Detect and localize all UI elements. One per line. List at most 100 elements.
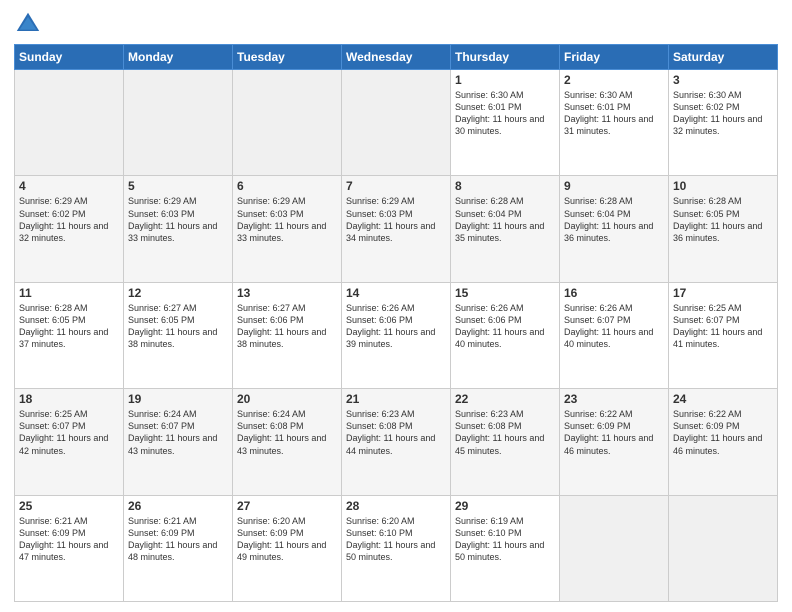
calendar-cell: 18 Sunrise: 6:25 AM Sunset: 6:07 PM Dayli…	[15, 389, 124, 495]
day-info: Sunrise: 6:24 AM Sunset: 6:07 PM Dayligh…	[128, 408, 228, 457]
logo	[14, 10, 46, 38]
calendar-cell: 29 Sunrise: 6:19 AM Sunset: 6:10 PM Dayli…	[451, 495, 560, 601]
day-number: 15	[455, 286, 555, 300]
day-header-saturday: Saturday	[669, 45, 778, 70]
calendar-cell: 10Sunrise: 6:28 AM Sunset: 6:05 PM Dayli…	[669, 176, 778, 282]
calendar-cell	[15, 70, 124, 176]
calendar-cell: 4 Sunrise: 6:29 AM Sunset: 6:02 PM Daylig…	[15, 176, 124, 282]
calendar-table: SundayMondayTuesdayWednesdayThursdayFrid…	[14, 44, 778, 602]
calendar-cell: 21 Sunrise: 6:23 AM Sunset: 6:08 PM Dayli…	[342, 389, 451, 495]
calendar-cell: 16 Sunrise: 6:26 AM Sunset: 6:07 PM Dayli…	[560, 282, 669, 388]
day-info: Sunrise: 6:26 AM Sunset: 6:06 PM Dayligh…	[455, 302, 555, 351]
day-header-thursday: Thursday	[451, 45, 560, 70]
day-number: 1	[455, 73, 555, 87]
day-header-wednesday: Wednesday	[342, 45, 451, 70]
calendar-cell: 27 Sunrise: 6:20 AM Sunset: 6:09 PM Dayli…	[233, 495, 342, 601]
calendar-cell: 7 Sunrise: 6:29 AM Sunset: 6:03 PM Daylig…	[342, 176, 451, 282]
day-info: Sunrise: 6:20 AM Sunset: 6:09 PM Dayligh…	[237, 515, 337, 564]
day-info: Sunrise: 6:22 AM Sunset: 6:09 PM Dayligh…	[673, 408, 773, 457]
day-number: 27	[237, 499, 337, 513]
calendar-cell: 25 Sunrise: 6:21 AM Sunset: 6:09 PM Dayli…	[15, 495, 124, 601]
calendar-cell: 12Sunrise: 6:27 AM Sunset: 6:05 PM Dayli…	[124, 282, 233, 388]
page: SundayMondayTuesdayWednesdayThursdayFrid…	[0, 0, 792, 612]
calendar-cell: 24Sunrise: 6:22 AM Sunset: 6:09 PM Dayli…	[669, 389, 778, 495]
day-info: Sunrise: 6:27 AM Sunset: 6:05 PM Dayligh…	[128, 302, 228, 351]
calendar-cell: 28 Sunrise: 6:20 AM Sunset: 6:10 PM Dayli…	[342, 495, 451, 601]
day-info: Sunrise: 6:23 AM Sunset: 6:08 PM Dayligh…	[455, 408, 555, 457]
day-info: Sunrise: 6:28 AM Sunset: 6:05 PM Dayligh…	[19, 302, 119, 351]
day-number: 7	[346, 179, 446, 193]
day-number: 4	[19, 179, 119, 193]
calendar-cell	[233, 70, 342, 176]
calendar-cell: 19 Sunrise: 6:24 AM Sunset: 6:07 PM Dayli…	[124, 389, 233, 495]
calendar-cell: 20 Sunrise: 6:24 AM Sunset: 6:08 PM Dayli…	[233, 389, 342, 495]
day-number: 9	[564, 179, 664, 193]
day-info: Sunrise: 6:28 AM Sunset: 6:04 PM Dayligh…	[564, 195, 664, 244]
day-number: 17	[673, 286, 773, 300]
day-number: 26	[128, 499, 228, 513]
day-info: Sunrise: 6:21 AM Sunset: 6:09 PM Dayligh…	[128, 515, 228, 564]
day-info: Sunrise: 6:28 AM Sunset: 6:04 PM Dayligh…	[455, 195, 555, 244]
day-info: Sunrise: 6:22 AM Sunset: 6:09 PM Dayligh…	[564, 408, 664, 457]
day-info: Sunrise: 6:29 AM Sunset: 6:03 PM Dayligh…	[346, 195, 446, 244]
day-header-sunday: Sunday	[15, 45, 124, 70]
days-header-row: SundayMondayTuesdayWednesdayThursdayFrid…	[15, 45, 778, 70]
day-info: Sunrise: 6:27 AM Sunset: 6:06 PM Dayligh…	[237, 302, 337, 351]
calendar-cell: 11 Sunrise: 6:28 AM Sunset: 6:05 PM Dayli…	[15, 282, 124, 388]
day-number: 22	[455, 392, 555, 406]
day-header-tuesday: Tuesday	[233, 45, 342, 70]
day-info: Sunrise: 6:29 AM Sunset: 6:02 PM Dayligh…	[19, 195, 119, 244]
day-number: 14	[346, 286, 446, 300]
calendar-cell	[342, 70, 451, 176]
day-info: Sunrise: 6:26 AM Sunset: 6:07 PM Dayligh…	[564, 302, 664, 351]
day-number: 28	[346, 499, 446, 513]
day-number: 25	[19, 499, 119, 513]
week-row-5: 25 Sunrise: 6:21 AM Sunset: 6:09 PM Dayli…	[15, 495, 778, 601]
day-number: 23	[564, 392, 664, 406]
day-header-monday: Monday	[124, 45, 233, 70]
day-info: Sunrise: 6:30 AM Sunset: 6:02 PM Dayligh…	[673, 89, 773, 138]
calendar-cell	[124, 70, 233, 176]
day-info: Sunrise: 6:23 AM Sunset: 6:08 PM Dayligh…	[346, 408, 446, 457]
day-info: Sunrise: 6:30 AM Sunset: 6:01 PM Dayligh…	[564, 89, 664, 138]
calendar-cell: 9 Sunrise: 6:28 AM Sunset: 6:04 PM Daylig…	[560, 176, 669, 282]
calendar-cell: 2 Sunrise: 6:30 AM Sunset: 6:01 PM Daylig…	[560, 70, 669, 176]
calendar-cell: 13 Sunrise: 6:27 AM Sunset: 6:06 PM Dayli…	[233, 282, 342, 388]
calendar-cell	[669, 495, 778, 601]
calendar-cell: 5 Sunrise: 6:29 AM Sunset: 6:03 PM Daylig…	[124, 176, 233, 282]
day-number: 20	[237, 392, 337, 406]
day-header-friday: Friday	[560, 45, 669, 70]
day-number: 5	[128, 179, 228, 193]
day-info: Sunrise: 6:21 AM Sunset: 6:09 PM Dayligh…	[19, 515, 119, 564]
calendar-cell: 8 Sunrise: 6:28 AM Sunset: 6:04 PM Daylig…	[451, 176, 560, 282]
day-number: 18	[19, 392, 119, 406]
day-number: 11	[19, 286, 119, 300]
day-info: Sunrise: 6:20 AM Sunset: 6:10 PM Dayligh…	[346, 515, 446, 564]
calendar-cell	[560, 495, 669, 601]
day-info: Sunrise: 6:24 AM Sunset: 6:08 PM Dayligh…	[237, 408, 337, 457]
day-number: 6	[237, 179, 337, 193]
day-info: Sunrise: 6:29 AM Sunset: 6:03 PM Dayligh…	[237, 195, 337, 244]
calendar-cell: 14 Sunrise: 6:26 AM Sunset: 6:06 PM Dayli…	[342, 282, 451, 388]
day-info: Sunrise: 6:28 AM Sunset: 6:05 PM Dayligh…	[673, 195, 773, 244]
week-row-3: 11 Sunrise: 6:28 AM Sunset: 6:05 PM Dayli…	[15, 282, 778, 388]
calendar-cell: 6 Sunrise: 6:29 AM Sunset: 6:03 PM Daylig…	[233, 176, 342, 282]
day-number: 21	[346, 392, 446, 406]
day-info: Sunrise: 6:25 AM Sunset: 6:07 PM Dayligh…	[19, 408, 119, 457]
day-number: 2	[564, 73, 664, 87]
calendar-cell: 17Sunrise: 6:25 AM Sunset: 6:07 PM Dayli…	[669, 282, 778, 388]
calendar-cell: 22 Sunrise: 6:23 AM Sunset: 6:08 PM Dayli…	[451, 389, 560, 495]
day-info: Sunrise: 6:29 AM Sunset: 6:03 PM Dayligh…	[128, 195, 228, 244]
day-info: Sunrise: 6:26 AM Sunset: 6:06 PM Dayligh…	[346, 302, 446, 351]
calendar-cell: 3 Sunrise: 6:30 AM Sunset: 6:02 PM Daylig…	[669, 70, 778, 176]
header	[14, 10, 778, 38]
day-number: 29	[455, 499, 555, 513]
day-number: 3	[673, 73, 773, 87]
day-number: 19	[128, 392, 228, 406]
day-number: 13	[237, 286, 337, 300]
day-info: Sunrise: 6:19 AM Sunset: 6:10 PM Dayligh…	[455, 515, 555, 564]
day-number: 8	[455, 179, 555, 193]
day-number: 16	[564, 286, 664, 300]
calendar-cell: 15 Sunrise: 6:26 AM Sunset: 6:06 PM Dayli…	[451, 282, 560, 388]
calendar-cell: 1Sunrise: 6:30 AM Sunset: 6:01 PM Daylig…	[451, 70, 560, 176]
